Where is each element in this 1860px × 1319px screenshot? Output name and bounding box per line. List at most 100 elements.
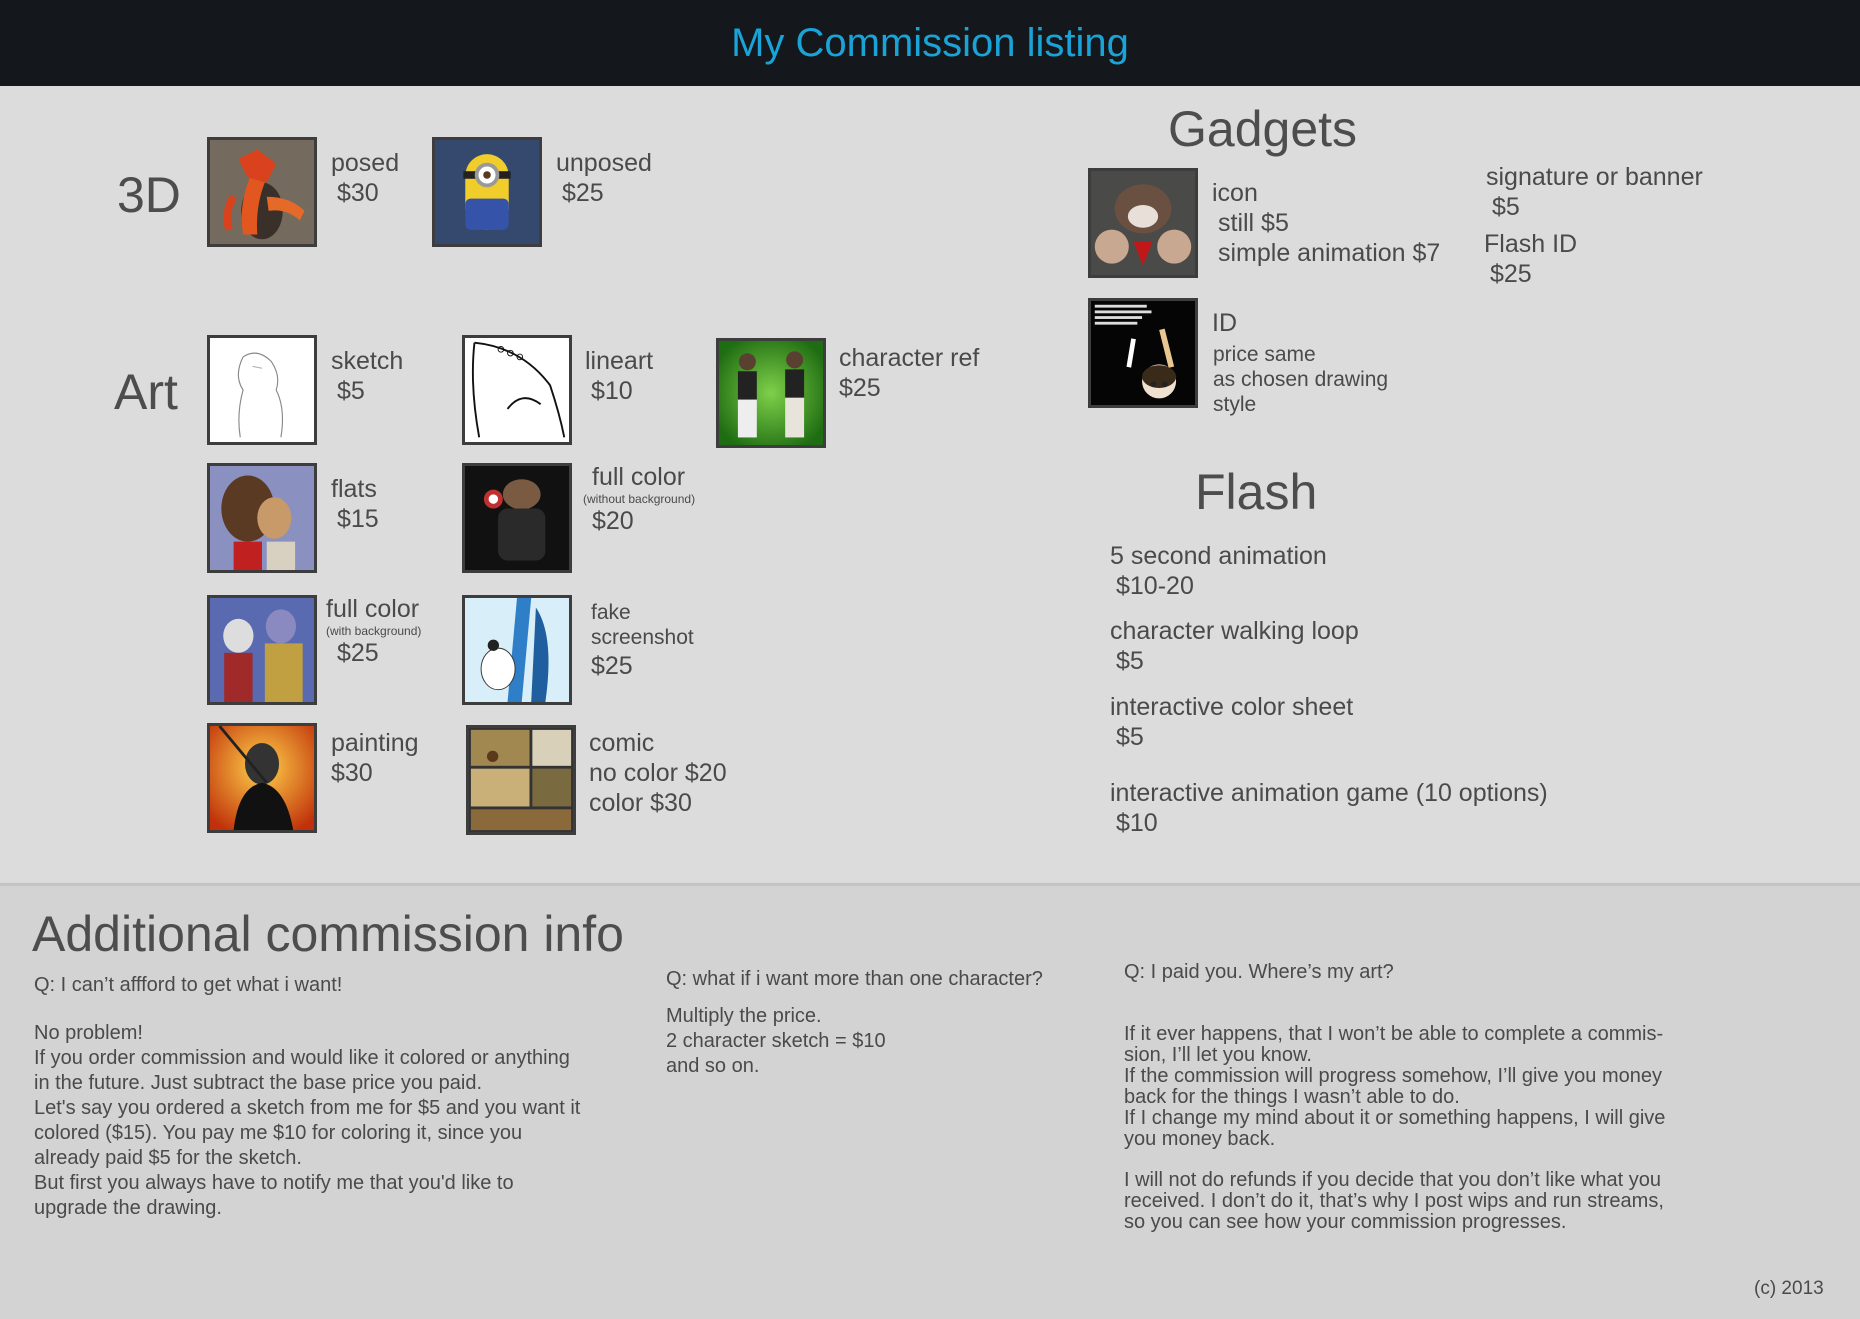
- flash-item-0-name: 5 second animation: [1110, 542, 1327, 570]
- item-full-color-no-bg-price: $20: [592, 507, 634, 535]
- item-lineart-name: lineart: [585, 347, 654, 375]
- flash-item-3-name: interactive animation game (10 options): [1110, 779, 1548, 807]
- item-full-color-bg: full color (with background) $25: [326, 594, 421, 668]
- flash-item-0: 5 second animation $10-20: [1110, 541, 1327, 601]
- thumb-painting[interactable]: [207, 723, 317, 833]
- thumb-id[interactable]: [1088, 298, 1198, 408]
- flats-image: [210, 466, 314, 570]
- item-fake-screenshot-name: fake screenshot: [591, 601, 694, 649]
- character-ref-image: [719, 341, 823, 445]
- flash-item-2-name: interactive color sheet: [1110, 693, 1354, 721]
- posed-3d-fox-image: [210, 140, 314, 244]
- thumb-character-ref[interactable]: [716, 338, 826, 448]
- item-flats-price: $15: [337, 505, 379, 533]
- item-posed-price: $30: [337, 179, 379, 207]
- item-gadget-icon-still: still $5: [1218, 209, 1289, 237]
- info-col2-question: Q: what if i want more than one characte…: [666, 968, 1043, 990]
- info-title: Additional commission info: [32, 906, 624, 962]
- item-id-desc: price same as chosen drawing style: [1213, 343, 1389, 416]
- item-full-color-no-bg-note: (without background): [583, 492, 696, 506]
- flash-item-1-name: character walking loop: [1110, 617, 1359, 645]
- unposed-3d-minion-image: [435, 140, 539, 244]
- thumb-full-color-no-bg[interactable]: [462, 463, 572, 573]
- item-full-color-bg-name: full color: [326, 595, 420, 623]
- item-comic-line2: no color $20: [589, 759, 727, 787]
- thumb-icon[interactable]: [1088, 168, 1198, 278]
- thumb-posed[interactable]: [207, 137, 317, 247]
- item-lineart: lineart $10: [585, 346, 653, 406]
- item-flash-id-name: Flash ID: [1484, 230, 1578, 258]
- item-unposed-name: unposed: [556, 149, 652, 177]
- item-posed: posed $30: [331, 148, 399, 208]
- item-gadget-icon: icon still $5 simple animation $7: [1212, 178, 1440, 268]
- item-painting: painting $30: [331, 728, 419, 788]
- page-header: My Commission listing: [0, 0, 1860, 86]
- thumb-sketch[interactable]: [207, 335, 317, 445]
- thumb-full-color-bg[interactable]: [207, 595, 317, 705]
- sketch-image: [210, 338, 314, 442]
- copyright: (c) 2013: [1754, 1278, 1824, 1299]
- item-comic-line3: color $30: [589, 789, 692, 817]
- item-id-name: ID: [1212, 309, 1237, 337]
- item-gadget-icon-anim: simple animation $7: [1218, 239, 1441, 267]
- section-title-flash: Flash: [1195, 464, 1318, 520]
- item-lineart-price: $10: [591, 377, 633, 405]
- item-character-ref: character ref $25: [839, 343, 979, 403]
- flash-item-1-price: $5: [1116, 647, 1144, 675]
- item-full-color-bg-price: $25: [337, 639, 379, 667]
- item-painting-price: $30: [331, 759, 373, 787]
- section-title-gadgets: Gadgets: [1168, 101, 1358, 157]
- thumb-comic[interactable]: [466, 725, 576, 835]
- item-signature: signature or banner $5: [1486, 162, 1703, 222]
- item-painting-name: painting: [331, 729, 419, 757]
- item-signature-price: $5: [1492, 193, 1520, 221]
- item-full-color-no-bg-name: full color: [592, 463, 686, 491]
- thumb-lineart[interactable]: [462, 335, 572, 445]
- item-comic-name: comic: [589, 729, 655, 757]
- item-character-ref-name: character ref: [839, 344, 980, 372]
- info-col3-answer-2: I will not do refunds if you decide that…: [1124, 1169, 1664, 1233]
- thumb-flats[interactable]: [207, 463, 317, 573]
- item-sketch: sketch $5: [331, 346, 403, 406]
- section-title-3d: 3D: [117, 167, 181, 223]
- item-flats-name: flats: [331, 475, 377, 503]
- item-character-ref-price: $25: [839, 374, 881, 402]
- item-flash-id: Flash ID $25: [1484, 229, 1577, 289]
- item-unposed: unposed $25: [556, 148, 652, 208]
- item-full-color-bg-note: (with background): [326, 624, 422, 638]
- thumb-unposed[interactable]: [432, 137, 542, 247]
- item-sketch-price: $5: [337, 377, 365, 405]
- thumb-fake-screenshot[interactable]: [462, 595, 572, 705]
- item-posed-name: posed: [331, 149, 400, 177]
- flash-item-0-price: $10-20: [1116, 572, 1194, 600]
- item-gadget-icon-name: icon: [1212, 179, 1258, 207]
- icon-sample-image: [1091, 171, 1195, 275]
- item-signature-name: signature or banner: [1486, 163, 1703, 191]
- item-flats: flats $15: [331, 474, 379, 534]
- info-col2-answer: Multiply the price. 2 character sketch =…: [666, 1005, 886, 1077]
- flash-item-2: interactive color sheet $5: [1110, 692, 1353, 752]
- item-sketch-name: sketch: [331, 347, 404, 375]
- full-color-no-bg-image: [465, 466, 569, 570]
- item-flash-id-price: $25: [1490, 260, 1532, 288]
- flash-item-3-price: $10: [1116, 809, 1158, 837]
- flash-item-2-price: $5: [1116, 723, 1144, 751]
- item-fake-screenshot-price: $25: [591, 652, 633, 680]
- info-col3-question: Q: I paid you. Where’s my art?: [1124, 961, 1394, 983]
- flash-item-1: character walking loop $5: [1110, 616, 1359, 676]
- info-col1-answer: No problem! If you order commission and …: [34, 1022, 581, 1219]
- comic-image: [469, 728, 573, 832]
- item-unposed-price: $25: [562, 179, 604, 207]
- flash-item-3: interactive animation game (10 options) …: [1110, 778, 1548, 838]
- info-col3-answer-1: If it ever happens, that I won’t be able…: [1124, 1023, 1666, 1150]
- lineart-image: [465, 338, 569, 442]
- item-comic: comic no color $20 color $30: [589, 728, 727, 818]
- fake-screenshot-image: [465, 598, 569, 702]
- item-full-color-no-bg: full color (without background) $20: [583, 462, 695, 536]
- section-title-art: Art: [114, 364, 178, 420]
- full-color-bg-image: [210, 598, 314, 702]
- page-title: My Commission listing: [731, 20, 1129, 65]
- info-col1-question: Q: I can’t affford to get what i want!: [34, 974, 343, 996]
- painting-image: [210, 726, 314, 830]
- id-card-image: [1091, 301, 1195, 405]
